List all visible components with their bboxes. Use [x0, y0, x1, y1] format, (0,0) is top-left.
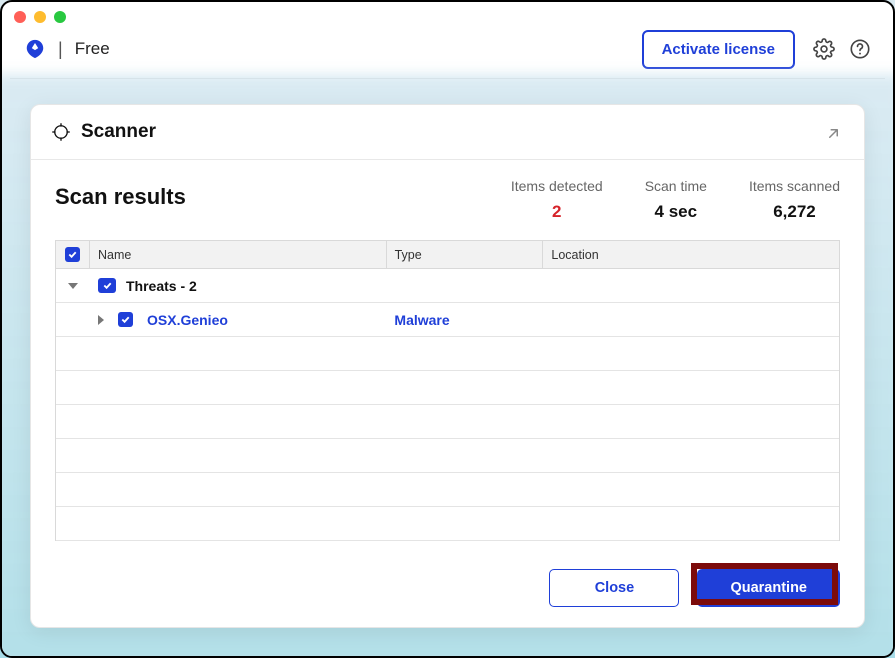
stat-label: Scan time [645, 178, 707, 194]
threat-checkbox[interactable] [118, 312, 133, 327]
app-header: | Free Activate license [2, 32, 893, 78]
stat: Scan time 4 sec [645, 178, 707, 222]
stat-label: Items scanned [749, 178, 840, 194]
summary-row: Scan results Items detected 2 Scan time 4 s… [31, 160, 864, 234]
stat-value: 2 [511, 202, 603, 222]
card-title: Scanner [81, 121, 156, 143]
table-row [56, 405, 839, 439]
stat-value: 6,272 [749, 202, 840, 222]
collapse-icon[interactable] [826, 123, 844, 141]
brand-logo-icon [24, 38, 46, 60]
activate-license-button[interactable]: Activate license [642, 30, 795, 69]
window-titlebar [2, 2, 893, 32]
table-body: Threats - 2 OSX.Genieo Malware [56, 269, 839, 541]
threat-location [543, 303, 839, 336]
window-minimize-button[interactable] [34, 11, 46, 23]
brand: | Free [24, 38, 110, 60]
group-checkbox[interactable] [98, 278, 116, 293]
window-maximize-button[interactable] [54, 11, 66, 23]
threat-type: Malware [394, 312, 449, 328]
brand-divider: | [58, 39, 63, 60]
column-type[interactable]: Type [387, 241, 544, 268]
card-footer: Close Quarantine [31, 553, 864, 627]
column-location[interactable]: Location [543, 241, 839, 268]
stats: Items detected 2 Scan time 4 sec Items scann… [511, 178, 840, 222]
threat-name: OSX.Genieo [147, 312, 228, 328]
table-row [56, 371, 839, 405]
stat-label: Items detected [511, 178, 603, 194]
group-name: Threats - 2 [126, 278, 197, 294]
close-button[interactable]: Close [549, 569, 679, 607]
results-title: Scan results [55, 184, 186, 210]
table-row [56, 337, 839, 371]
brand-tier-label: Free [75, 39, 110, 59]
disclosure-closed-icon[interactable] [98, 315, 104, 325]
crosshair-icon [51, 122, 71, 142]
table-row [56, 507, 839, 541]
scanner-card: Scanner Scan results Items detected2Scan… [30, 104, 865, 628]
results-table: Name Type Location Threats - 2 OSX.Genieo… [55, 240, 840, 541]
disclosure-open-icon[interactable] [68, 283, 78, 289]
stat-value: 4 sec [645, 202, 707, 222]
quarantine-button[interactable]: Quarantine [697, 569, 840, 607]
app-window: | Free Activate license [0, 0, 895, 658]
threat-row[interactable]: OSX.Genieo Malware [56, 303, 839, 337]
table-row [56, 473, 839, 507]
stat: Items scanned 6,272 [749, 178, 840, 222]
column-name[interactable]: Name [90, 241, 387, 268]
help-icon[interactable] [849, 38, 871, 60]
table-row [56, 439, 839, 473]
table-header: Name Type Location [56, 241, 839, 269]
stat: Items detected 2 [511, 178, 603, 222]
threat-group-row[interactable]: Threats - 2 [56, 269, 839, 303]
card-header: Scanner [31, 105, 864, 160]
window-close-button[interactable] [14, 11, 26, 23]
select-all-checkbox[interactable] [65, 247, 80, 262]
gear-icon[interactable] [813, 38, 835, 60]
